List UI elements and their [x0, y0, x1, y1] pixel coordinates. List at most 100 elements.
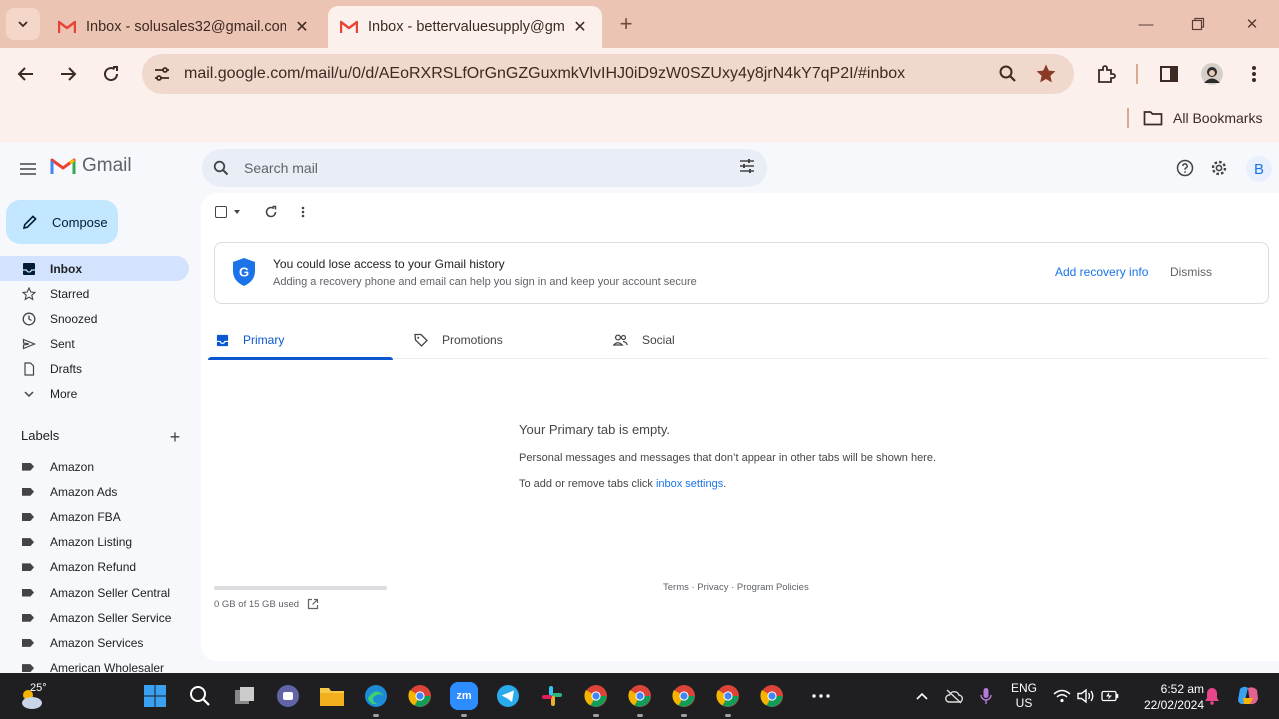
clock-icon — [21, 311, 37, 327]
edge-app[interactable] — [362, 682, 390, 710]
start-button[interactable] — [141, 682, 169, 710]
browser-menu-button[interactable] — [1238, 58, 1270, 90]
close-icon[interactable]: ✕ — [570, 17, 590, 37]
label-name: Amazon Seller Service — [50, 610, 172, 625]
shield-icon: G — [233, 258, 255, 286]
label-item[interactable]: Amazon Refund — [0, 555, 200, 580]
microphone-status[interactable] — [972, 682, 1000, 710]
restore-button[interactable] — [1178, 8, 1218, 40]
chrome-profile-app[interactable] — [714, 682, 742, 710]
sidebar-item-snoozed[interactable]: Snoozed — [0, 306, 189, 331]
inbox-settings-link[interactable]: inbox settings — [656, 478, 723, 490]
site-settings-icon[interactable] — [148, 60, 176, 88]
gmail-favicon-icon — [58, 20, 76, 33]
settings-gear-icon[interactable] — [1208, 157, 1230, 179]
minimize-button[interactable]: — — [1126, 8, 1166, 40]
sidebar-item-inbox[interactable]: Inbox — [0, 256, 189, 281]
search-options-icon[interactable] — [739, 158, 755, 179]
main-menu-button[interactable] — [12, 153, 44, 185]
wifi-icon — [1053, 689, 1071, 703]
footer-links[interactable]: Terms · Privacy · Program Policies — [663, 582, 809, 593]
add-label-icon[interactable]: + — [166, 427, 184, 447]
chrome-app[interactable] — [406, 682, 434, 710]
task-view-button[interactable] — [231, 682, 259, 710]
more-vert-icon[interactable] — [301, 206, 305, 218]
help-icon[interactable] — [1174, 157, 1196, 179]
close-icon[interactable]: ✕ — [292, 17, 312, 37]
show-hidden-icons-button[interactable] — [908, 682, 936, 710]
file-explorer-app[interactable] — [318, 682, 346, 710]
label-item[interactable]: Amazon Listing — [0, 530, 200, 555]
input-language[interactable]: ENG US — [1006, 681, 1042, 711]
sidebar-item-drafts[interactable]: Drafts — [0, 356, 189, 381]
tab-social[interactable]: Social — [613, 321, 675, 359]
telegram-app[interactable] — [494, 682, 522, 710]
storage-usage: 0 GB of 15 GB used — [214, 598, 319, 610]
tab-search-button[interactable] — [6, 8, 40, 40]
add-recovery-info-button[interactable]: Add recovery info — [1055, 265, 1148, 279]
open-in-new-icon[interactable] — [307, 598, 319, 610]
label-item[interactable]: Amazon Seller Central — [0, 580, 200, 605]
sidebar-item-sent[interactable]: Sent — [0, 331, 189, 356]
tab-primary[interactable]: Primary — [216, 321, 284, 359]
bookmark-star-icon[interactable] — [1035, 63, 1057, 90]
chrome-profile-app[interactable] — [758, 682, 786, 710]
account-avatar[interactable]: B — [1246, 156, 1272, 182]
label-item[interactable]: Amazon — [0, 454, 200, 479]
extensions-button[interactable] — [1090, 58, 1122, 90]
windows-taskbar: 25° zm ENG US 6:52 am 22/02/2024 — [0, 673, 1279, 719]
select-all-checkbox[interactable] — [215, 206, 227, 218]
gmail-logo[interactable]: Gmail — [50, 155, 132, 177]
label-item[interactable]: Amazon FBA — [0, 504, 200, 529]
sidebar-item-starred[interactable]: Starred — [0, 281, 189, 306]
notifications-button[interactable] — [1198, 682, 1226, 710]
zoom-app[interactable]: zm — [450, 682, 478, 710]
profile-button[interactable] — [1196, 58, 1228, 90]
all-bookmarks-button[interactable]: All Bookmarks — [1143, 106, 1262, 130]
address-bar[interactable]: mail.google.com/mail/u/0/d/AEoRXRSLfOrGn… — [142, 54, 1074, 94]
inbox-icon — [216, 334, 229, 346]
sidebar-item-more[interactable]: More — [0, 381, 189, 406]
label-item[interactable]: Amazon Ads — [0, 479, 200, 504]
weather-widget[interactable]: 25° — [18, 679, 48, 713]
label-icon — [22, 613, 34, 622]
tab-inbox-solusales[interactable]: Inbox - solusales32@gmail.com ✕ — [46, 6, 324, 48]
caret-down-icon[interactable] — [233, 209, 241, 215]
search-icon[interactable] — [212, 159, 230, 177]
teams-app[interactable] — [274, 682, 302, 710]
chrome-profile-app[interactable] — [582, 682, 610, 710]
slack-app[interactable] — [538, 682, 566, 710]
side-panel-button[interactable] — [1153, 58, 1185, 90]
chrome-profile-app[interactable] — [670, 682, 698, 710]
speaker-icon — [1077, 688, 1094, 704]
compose-button[interactable]: Compose — [6, 200, 118, 244]
search-input[interactable] — [244, 160, 724, 176]
copilot-button[interactable] — [1234, 682, 1262, 710]
tab-label: Promotions — [442, 333, 503, 347]
forward-button[interactable] — [52, 58, 84, 90]
chrome-profile-app[interactable] — [626, 682, 654, 710]
language-line2: US — [1015, 696, 1033, 710]
tab-inbox-bettervaluesupply[interactable]: Inbox - bettervaluesupply@gmail.com ✕ — [328, 6, 602, 48]
label-item[interactable]: Amazon Seller Service — [0, 605, 200, 630]
battery-status[interactable] — [1096, 682, 1124, 710]
back-button[interactable] — [10, 58, 42, 90]
zoom-label: zm — [456, 690, 472, 702]
onedrive-status[interactable] — [940, 682, 968, 710]
tab-promotions[interactable]: Promotions — [414, 321, 503, 359]
reload-button[interactable] — [95, 58, 127, 90]
label-item[interactable]: Amazon Services — [0, 630, 200, 655]
url-text[interactable]: mail.google.com/mail/u/0/d/AEoRXRSLfOrGn… — [184, 65, 964, 83]
gmail-logo-text: Gmail — [82, 155, 132, 176]
refresh-icon[interactable] — [264, 205, 278, 219]
new-tab-button[interactable]: + — [612, 10, 640, 38]
system-clock[interactable]: 6:52 am 22/02/2024 — [1134, 681, 1204, 713]
dismiss-button[interactable]: Dismiss — [1170, 265, 1212, 279]
more-apps-button[interactable] — [807, 682, 835, 710]
tab-label: Primary — [243, 333, 285, 347]
close-window-button[interactable]: ✕ — [1232, 8, 1272, 40]
people-icon — [613, 334, 628, 346]
taskbar-search-button[interactable] — [186, 682, 214, 710]
chrome-icon — [672, 685, 695, 707]
zoom-icon[interactable] — [998, 64, 1018, 89]
